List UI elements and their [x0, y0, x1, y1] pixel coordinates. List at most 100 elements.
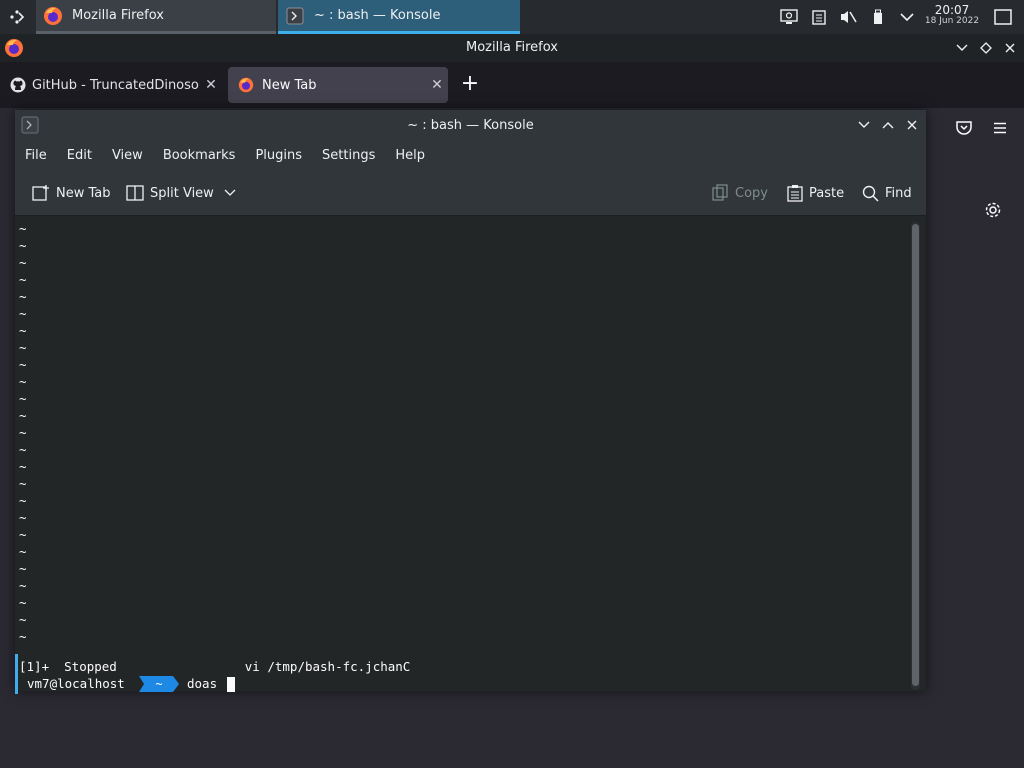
hamburger-menu-icon[interactable] — [990, 118, 1010, 138]
vi-empty-line: ~ — [19, 391, 27, 406]
task-label: ~ : bash — Konsole — [314, 8, 441, 23]
copy-button[interactable]: Copy — [711, 182, 768, 204]
application-launcher-icon[interactable] — [0, 0, 34, 34]
usb-device-icon[interactable] — [868, 0, 888, 34]
minimize-icon[interactable] — [854, 115, 874, 135]
close-icon[interactable] — [902, 115, 922, 135]
firefox-tab-strip: GitHub - TruncatedDinosour ✕ New Tab ✕ + — [0, 62, 1024, 108]
vi-empty-line: ~ — [19, 272, 27, 287]
menu-bookmarks[interactable]: Bookmarks — [163, 148, 236, 163]
vi-empty-line: ~ — [19, 442, 27, 457]
vi-empty-line: ~ — [19, 323, 27, 338]
split-view-label: Split View — [150, 185, 214, 201]
prompt-command: doas — [187, 676, 218, 691]
terminal-scrollbar[interactable] — [911, 222, 920, 690]
scrollbar-thumb[interactable] — [912, 224, 919, 686]
vi-empty-line: ~ — [19, 289, 27, 304]
show-desktop-icon[interactable] — [990, 0, 1016, 34]
vi-empty-line: ~ — [19, 629, 27, 644]
vi-empty-line: ~ — [19, 561, 27, 576]
firefox-titlebar: Mozilla Firefox — [0, 34, 1024, 62]
maximize-icon[interactable] — [878, 115, 898, 135]
menu-plugins[interactable]: Plugins — [255, 148, 302, 163]
find-button[interactable]: Find — [862, 182, 912, 204]
settings-gear-icon[interactable] — [983, 200, 1003, 220]
close-tab-icon[interactable]: ✕ — [426, 77, 448, 93]
new-tab-plus-icon[interactable]: + — [458, 73, 482, 97]
chevron-down-icon[interactable] — [896, 0, 918, 34]
vi-empty-line: ~ — [19, 612, 27, 627]
split-view-button[interactable]: Split View — [126, 182, 236, 204]
clipboard-icon[interactable] — [808, 0, 830, 34]
vi-empty-line: ~ — [19, 374, 27, 389]
vi-empty-line: ~ — [19, 238, 27, 253]
taskbar-panel: Mozilla Firefox ~ : bash — Konsole 20:07… — [0, 0, 1024, 34]
vi-empty-line: ~ — [19, 510, 27, 525]
vi-empty-line: ~ — [19, 408, 27, 423]
task-konsole[interactable]: ~ : bash — Konsole — [278, 0, 520, 34]
chevron-down-icon[interactable] — [224, 189, 236, 197]
prompt-host: vm7@localhost — [27, 676, 125, 691]
prompt-dir: ~ — [155, 677, 163, 691]
clock-time: 20:07 — [934, 3, 970, 17]
new-tab-label: New Tab — [56, 185, 111, 201]
clock-date: 18 Jun 2022 — [924, 16, 980, 26]
close-tab-icon[interactable]: ✕ — [200, 77, 222, 93]
paste-button[interactable]: Paste — [787, 182, 844, 204]
prompt-indicator-bar — [15, 654, 18, 694]
split-view-icon — [126, 185, 144, 201]
konsole-window-title: ~ : bash — Konsole — [407, 118, 534, 133]
menu-file[interactable]: File — [25, 148, 47, 163]
menu-edit[interactable]: Edit — [67, 148, 92, 163]
konsole-menubar: File Edit View Bookmarks Plugins Setting… — [15, 140, 926, 170]
tab-label: New Tab — [262, 77, 317, 93]
display-config-icon[interactable] — [778, 0, 800, 34]
tab-new-tab[interactable]: New Tab ✕ — [228, 67, 448, 103]
tab-label: GitHub - TruncatedDinosour — [32, 77, 200, 93]
pocket-icon[interactable] — [954, 118, 974, 138]
prompt-dir-segment: ~ — [139, 676, 179, 692]
firefox-icon — [42, 5, 64, 27]
konsole-toolbar: New Tab Split View Copy Paste Find — [15, 170, 926, 216]
vi-empty-line: ~ — [19, 493, 27, 508]
new-tab-button[interactable]: New Tab — [32, 182, 111, 204]
search-icon — [862, 185, 879, 202]
new-tab-icon — [32, 185, 49, 201]
github-icon — [10, 77, 32, 93]
vi-empty-line: ~ — [19, 578, 27, 593]
text-cursor — [227, 677, 235, 692]
vi-empty-line: ~ — [19, 595, 27, 610]
volume-muted-icon[interactable] — [836, 0, 860, 34]
vi-empty-line: ~ — [19, 306, 27, 321]
konsole-window: ~ : bash — Konsole File Edit View Bookma… — [15, 110, 926, 694]
menu-help[interactable]: Help — [395, 148, 425, 163]
task-firefox[interactable]: Mozilla Firefox — [36, 0, 276, 34]
maximize-icon[interactable] — [976, 38, 996, 58]
tab-github[interactable]: GitHub - TruncatedDinosour ✕ — [0, 67, 222, 103]
paste-icon — [787, 185, 803, 202]
vi-empty-line: ~ — [19, 425, 27, 440]
close-icon[interactable] — [1000, 38, 1020, 58]
menu-settings[interactable]: Settings — [322, 148, 375, 163]
vi-empty-line: ~ — [19, 527, 27, 542]
copy-icon — [712, 184, 728, 201]
terminal-view[interactable]: ~ ~ ~ ~ ~ ~ ~ ~ ~ ~ ~ ~ ~ ~ ~ ~ ~ ~ ~ ~ … — [15, 216, 926, 694]
menu-view[interactable]: View — [112, 148, 143, 163]
task-label: Mozilla Firefox — [72, 8, 164, 23]
find-label: Find — [885, 185, 912, 201]
vi-empty-line: ~ — [19, 357, 27, 372]
konsole-icon — [284, 5, 306, 27]
vi-empty-line: ~ — [19, 459, 27, 474]
konsole-titlebar: ~ : bash — Konsole — [15, 110, 926, 140]
firefox-icon — [238, 77, 262, 93]
vi-empty-line: ~ — [19, 476, 27, 491]
digital-clock[interactable]: 20:07 18 Jun 2022 — [922, 3, 982, 27]
job-status-line: [1]+ Stopped vi /tmp/bash-fc.jchanC — [19, 659, 411, 674]
vi-empty-line: ~ — [19, 340, 27, 355]
paste-label: Paste — [809, 185, 845, 201]
vi-empty-line: ~ — [19, 544, 27, 559]
vi-empty-line: ~ — [19, 221, 27, 236]
firefox-window-title: Mozilla Firefox — [466, 40, 558, 55]
copy-label: Copy — [735, 185, 768, 201]
minimize-icon[interactable] — [952, 38, 972, 58]
